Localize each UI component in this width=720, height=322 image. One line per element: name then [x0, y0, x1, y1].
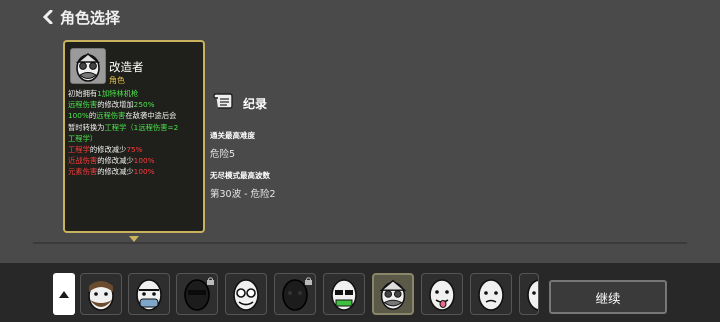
masked-character-icon[interactable] [128, 273, 170, 315]
continue-button[interactable]: 继续 [549, 280, 667, 314]
records-title: 纪录 [243, 97, 268, 111]
description-segment: 100% [133, 156, 155, 166]
bearded-character-icon[interactable] [80, 273, 122, 315]
character-tag: 角色 [109, 76, 125, 85]
lock-icon [305, 277, 312, 285]
best-difficulty-label: 通关最高难度 [210, 131, 255, 140]
endless-wave-value: 第30波 - 危险2 [210, 189, 276, 200]
description-segment: 的修改减少 [97, 167, 134, 177]
glasses-character-icon[interactable] [225, 273, 267, 315]
description-line: 初始拥有1加特林机枪 [68, 88, 204, 99]
description-segment: 暂时转换为 [68, 122, 105, 132]
shadow-character-icon[interactable] [176, 273, 218, 315]
scroll-icon [212, 91, 234, 115]
chevron-left-icon [42, 10, 54, 24]
description-segment: 在敌袭中途后会 [125, 111, 177, 121]
description-segment: 工程学 [68, 145, 90, 155]
back-button[interactable]: 角色选择 [42, 7, 120, 27]
sad-character-icon[interactable] [470, 273, 512, 315]
endless-wave-label: 无尽模式最高波数 [210, 171, 270, 180]
partial-character-icon[interactable] [519, 273, 539, 315]
description-segment: 初始拥有 [68, 89, 98, 98]
character-name: 改造者 [109, 60, 144, 74]
description-line: 近战伤害的修改减少100% [68, 155, 204, 166]
scroll-up-button[interactable] [53, 273, 75, 315]
description-segment: 近战伤害 [68, 156, 98, 166]
engineer-portrait-icon [70, 48, 106, 84]
description-segment: 远程伤害 [96, 111, 126, 121]
engineer-character-icon[interactable] [372, 273, 414, 315]
lock-icon [207, 277, 214, 285]
description-segment: 工程学 [104, 122, 127, 132]
description-line: 元素伤害的修改减少100% [68, 166, 204, 177]
arrow-up-icon [59, 290, 69, 298]
description-line: 远程伤害的修改增加250% [68, 99, 204, 110]
description-segment: 远程伤害 [68, 100, 98, 110]
description-segment: 100% [68, 111, 89, 121]
description-segment: 1加特林机枪 [97, 89, 139, 98]
character-description: 初始拥有1加特林机枪 远程伤害的修改增加250% 100%的远程伤害在敌袭中途后会暂… [68, 88, 204, 178]
description-segment: 元素伤害 [68, 167, 98, 177]
divider [33, 242, 687, 244]
best-difficulty-value: 危险5 [210, 149, 236, 160]
tongue-character-icon[interactable] [421, 273, 463, 315]
description-line: 工程学的修改减少75% [68, 144, 204, 155]
description-segment: 工程学） [68, 133, 98, 143]
description-segment: （1远程伤害=2 [126, 122, 179, 132]
page-title: 角色选择 [60, 8, 121, 27]
description-segment: 75% [126, 145, 143, 155]
money-character-icon[interactable] [323, 273, 365, 315]
description-line: 工程学） [68, 133, 204, 144]
description-segment: 250% [133, 100, 155, 110]
dark-character-icon[interactable] [274, 273, 316, 315]
description-segment: 的修改增加 [97, 100, 134, 110]
description-segment: 的修改减少 [89, 145, 127, 155]
description-line: 暂时转换为工程学（1远程伤害=2 [68, 122, 204, 133]
description-line: 100%的远程伤害在敌袭中途后会 [68, 110, 204, 121]
character-info-card: 改造者 角色 初始拥有1加特林机枪 远程伤害的修改增加250% 100%的远程伤害在… [63, 40, 205, 233]
description-segment: 100% [133, 167, 155, 177]
description-segment: 的修改减少 [97, 156, 134, 166]
